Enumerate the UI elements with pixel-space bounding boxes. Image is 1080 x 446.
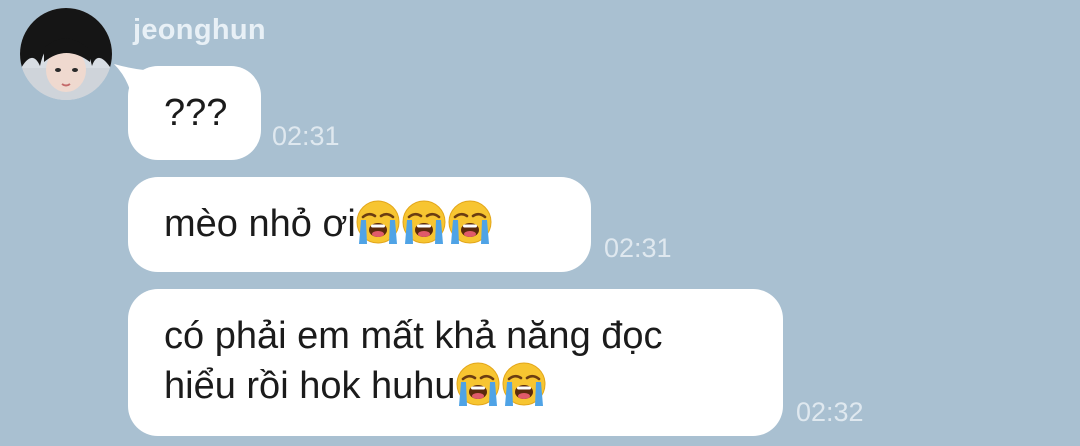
message-text-line-2: hiểu rồi hok huhu [164, 365, 456, 407]
message-bubble[interactable]: có phải em mất khả năng đọc hiểu rồi hok… [128, 289, 783, 436]
message-bubble[interactable]: ??? [128, 66, 261, 160]
message-timestamp: 02:31 [272, 121, 340, 151]
message-bubble[interactable]: mèo nhỏ ơi [128, 177, 591, 272]
loudly-crying-face-icon [356, 200, 400, 244]
loudly-crying-face-icon [448, 200, 492, 244]
message-text: ??? [164, 92, 228, 134]
sender-name: jeonghun [133, 14, 266, 46]
message-text-line-1: có phải em mất khả năng đọc [164, 315, 663, 357]
loudly-crying-face-icon [402, 200, 446, 244]
loudly-crying-face-icon [456, 362, 500, 406]
message-text: mèo nhỏ ơi [164, 203, 356, 245]
loudly-crying-face-icon [502, 362, 546, 406]
avatar[interactable] [20, 8, 112, 100]
user-avatar-photo-icon [20, 8, 112, 100]
message-timestamp: 02:32 [796, 397, 864, 427]
message-timestamp: 02:31 [604, 233, 672, 263]
